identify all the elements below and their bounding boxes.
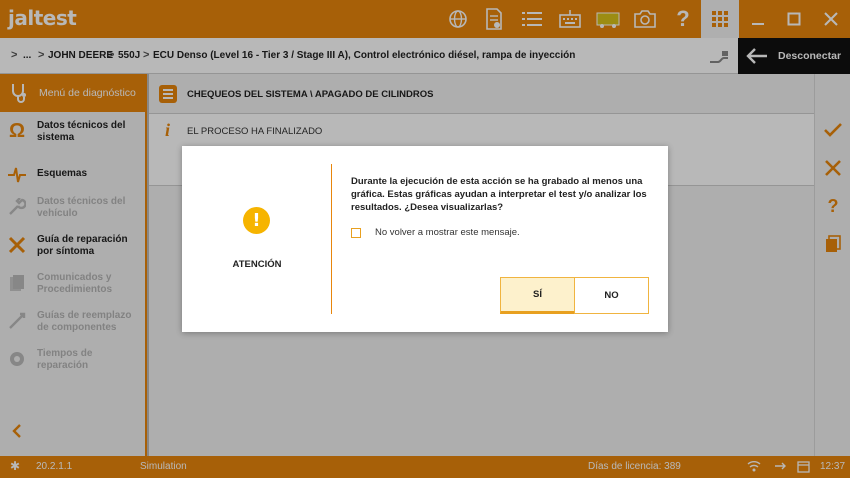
dont-show-again-row[interactable]: No volver a mostrar este mensaje.	[351, 227, 520, 238]
dont-show-again-checkbox[interactable]	[351, 227, 361, 238]
dialog-message: Durante la ejecución de esta acción se h…	[351, 176, 647, 213]
no-button[interactable]: NO	[574, 277, 649, 314]
warning-icon: !	[243, 207, 270, 234]
checkbox-label: No volver a mostrar este mensaje.	[375, 227, 520, 238]
dialog-title: ATENCIÓN	[232, 259, 282, 270]
yes-button[interactable]: SÍ	[500, 277, 575, 314]
attention-dialog: ! ATENCIÓN Durante la ejecución de esta …	[182, 146, 668, 332]
dialog-left-panel: ! ATENCIÓN	[182, 164, 332, 314]
